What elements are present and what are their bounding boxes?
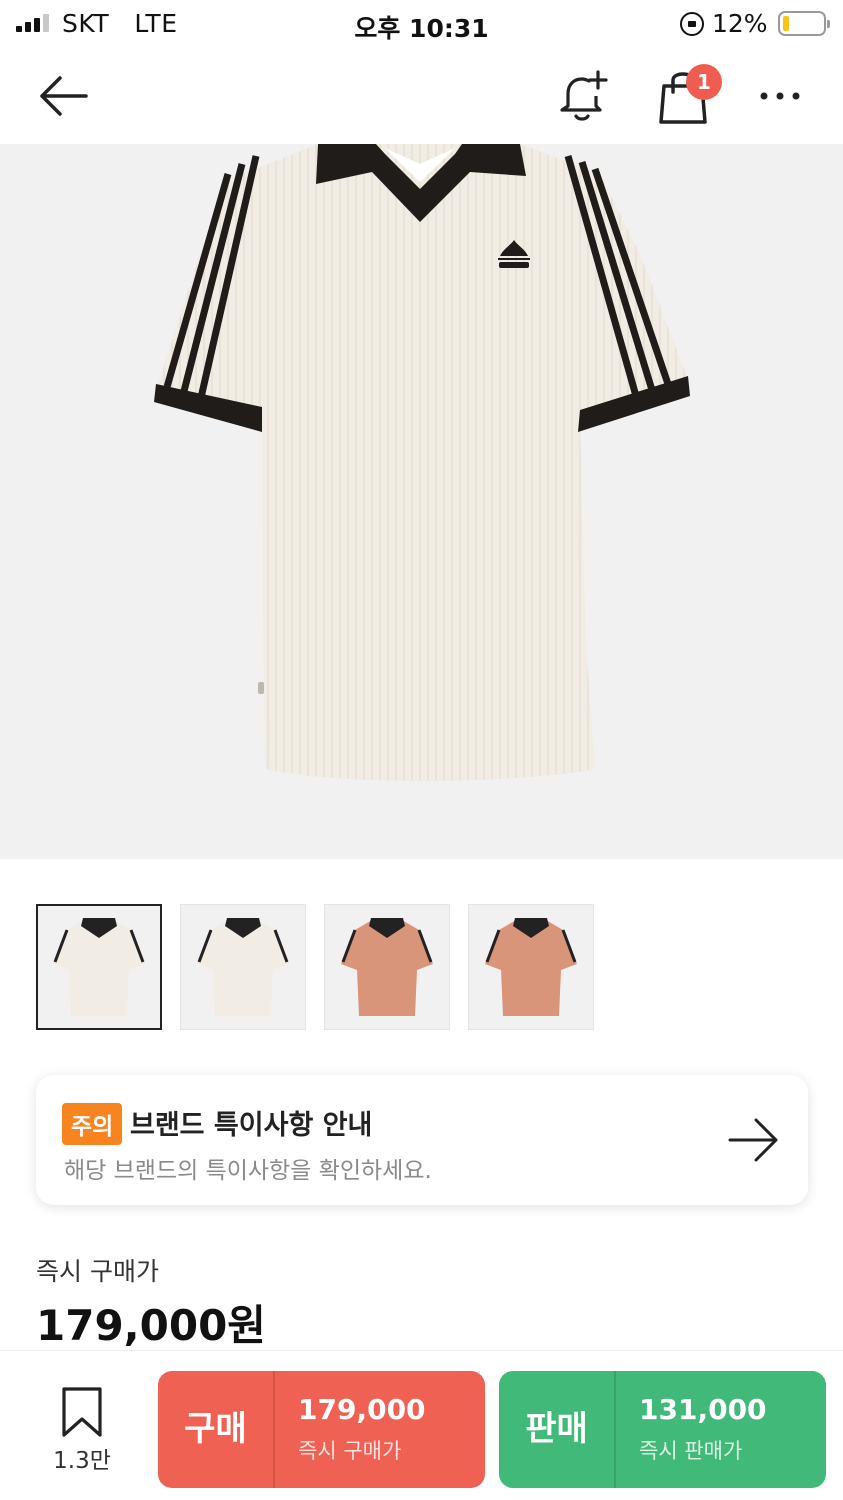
buy-button-label: 구매: [184, 1409, 247, 1449]
sell-button-sublabel: 즉시 판매가: [639, 1439, 743, 1463]
thumbnail-shirt-image: [53, 918, 145, 1016]
arrow-right-icon: [728, 1118, 778, 1162]
buy-button-divider: [273, 1371, 275, 1488]
thumbnail-cream-2[interactable]: [180, 904, 306, 1030]
notice-title: 브랜드 특이사항 안내: [130, 1110, 373, 1141]
more-horizontal-icon[interactable]: [752, 78, 808, 114]
sell-button-divider: [614, 1371, 616, 1488]
thumbnail-peach-1[interactable]: [324, 904, 450, 1030]
caution-badge: 주의: [62, 1103, 123, 1145]
sell-button[interactable]: 판매 131,000 즉시 판매가: [499, 1371, 826, 1488]
brand-notice-card[interactable]: 주의 브랜드 특이사항 안내 해당 브랜드의 특이사항을 확인하세요.: [36, 1075, 808, 1205]
product-shirt-image: [154, 144, 690, 782]
thumbnail-list: [36, 904, 594, 1030]
bell-plus-icon[interactable]: [552, 66, 612, 126]
instant-buy-price: 179,000원: [36, 1301, 266, 1350]
thumbnail-cream-1[interactable]: [36, 904, 162, 1030]
sell-button-amount: 131,000: [639, 1393, 767, 1426]
cart-count-badge: 1: [686, 64, 722, 100]
status-bar: SKT LTE 오후 10:31 12%: [0, 0, 843, 48]
buy-button-sublabel: 즉시 구매가: [298, 1439, 402, 1463]
top-nav: 1: [0, 48, 843, 144]
thumbnail-shirt-image: [341, 918, 433, 1016]
bookmark-icon: [62, 1387, 102, 1437]
buy-button[interactable]: 구매 179,000 즉시 구매가: [158, 1371, 485, 1488]
battery-percent: 12%: [712, 9, 768, 38]
product-image[interactable]: [0, 144, 843, 859]
wishlist-button[interactable]: 1.3만: [44, 1387, 120, 1477]
notice-subtitle: 해당 브랜드의 특이사항을 확인하세요.: [64, 1158, 432, 1184]
thumbnail-shirt-image: [197, 918, 289, 1016]
wishlist-count: 1.3만: [53, 1448, 111, 1474]
sell-button-label: 판매: [525, 1409, 588, 1449]
thumbnail-shirt-image: [485, 918, 577, 1016]
arrow-left-icon[interactable]: [30, 70, 94, 122]
bottom-action-bar: 1.3만 구매 179,000 즉시 구매가 판매 131,000 즉시 판매가: [0, 1350, 843, 1500]
orientation-lock-icon: [680, 12, 704, 36]
buy-button-amount: 179,000: [298, 1393, 426, 1426]
instant-buy-price-label: 즉시 구매가: [36, 1257, 159, 1286]
battery-icon: [778, 11, 830, 36]
thumbnail-peach-2[interactable]: [468, 904, 594, 1030]
